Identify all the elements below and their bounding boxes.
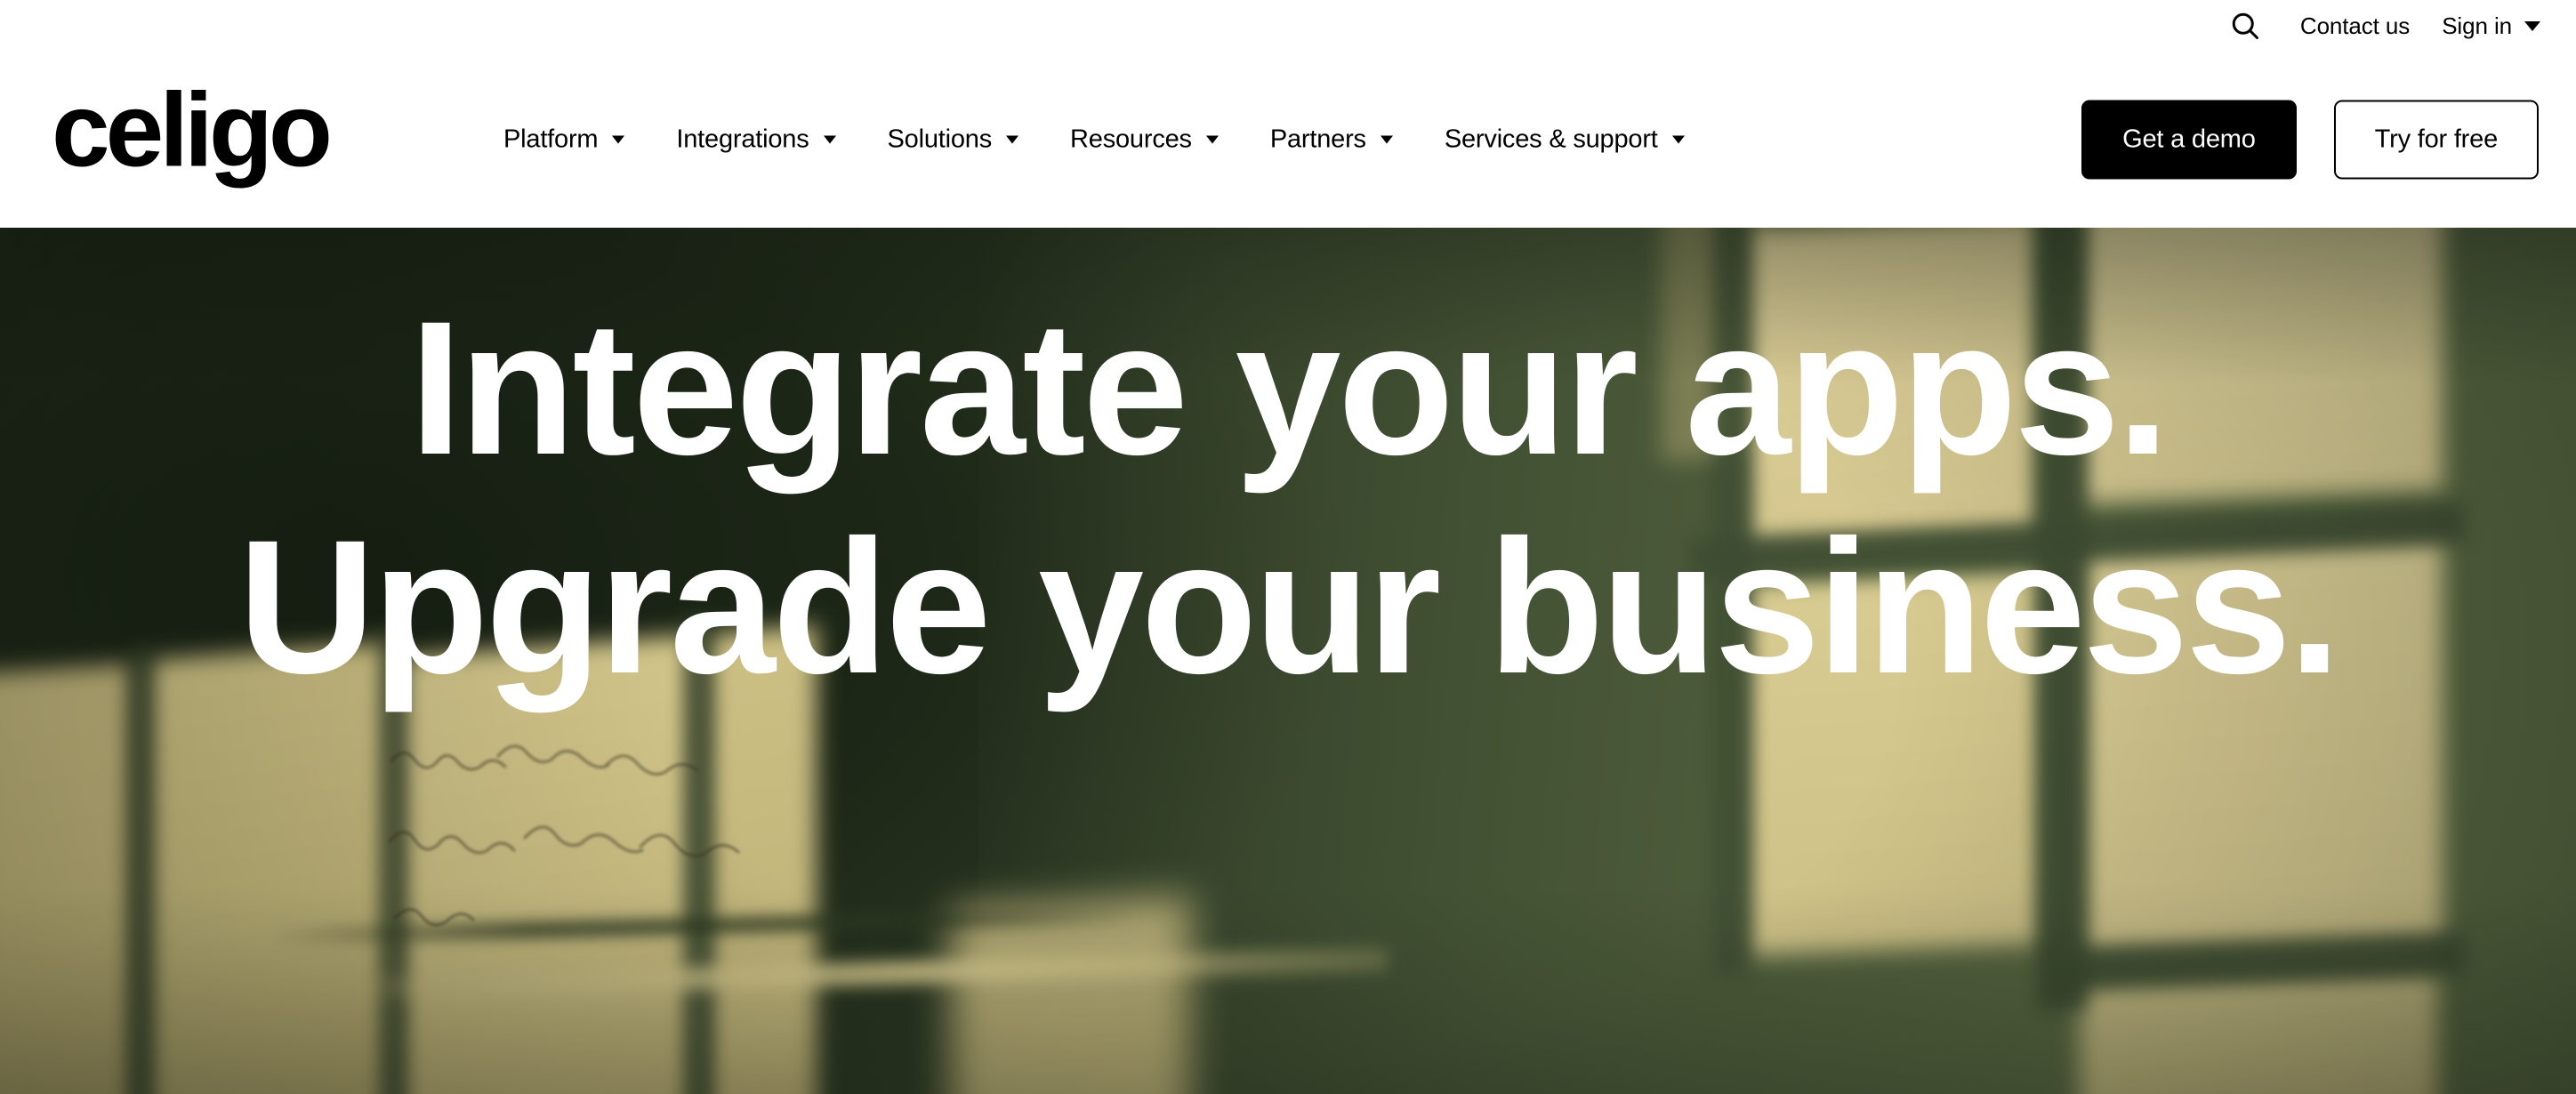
- nav-item-platform[interactable]: Platform: [503, 125, 625, 154]
- celigo-logo[interactable]: celigo: [52, 72, 365, 199]
- hero-content: Integrate your apps. Upgrade your busine…: [0, 228, 2576, 1094]
- chevron-down-icon: [1380, 135, 1393, 144]
- nav-label: Resources: [1070, 125, 1192, 154]
- nav-menu: Platform Integrations Solutions Resource…: [503, 125, 1685, 154]
- hero-headline-line-1: Integrate your apps.: [409, 282, 2169, 495]
- primary-nav-bar: celigo Platform Integrations Solutions R: [0, 52, 2576, 228]
- nav-label: Platform: [503, 125, 599, 154]
- nav-label: Services & support: [1444, 125, 1658, 154]
- hero-headline: Integrate your apps. Upgrade your busine…: [237, 282, 2341, 713]
- nav-label: Partners: [1269, 125, 1366, 154]
- chevron-down-icon: [612, 135, 625, 144]
- nav-item-resources[interactable]: Resources: [1070, 125, 1219, 154]
- contact-us-link[interactable]: Contact us: [2270, 14, 2410, 37]
- sign-in-label: Sign in: [2442, 12, 2512, 39]
- page-root: Contact us Sign in celigo Platform Integ…: [0, 0, 2576, 1094]
- search-icon: [2232, 12, 2258, 39]
- hero-section: Integrate your apps. Upgrade your busine…: [0, 228, 2576, 1094]
- celigo-wordmark-icon: celigo: [52, 72, 334, 189]
- site-header: Contact us Sign in celigo Platform Integ…: [0, 0, 2576, 228]
- nav-item-services-support[interactable]: Services & support: [1444, 125, 1685, 154]
- header-cta-group: Get a demo Try for free: [2081, 100, 2539, 180]
- nav-item-partners[interactable]: Partners: [1269, 125, 1393, 154]
- search-button[interactable]: [2220, 1, 2270, 51]
- get-a-demo-button[interactable]: Get a demo: [2081, 100, 2297, 180]
- nav-label: Solutions: [887, 125, 993, 154]
- hero-headline-line-2: Upgrade your business.: [237, 501, 2341, 713]
- svg-text:celigo: celigo: [52, 81, 329, 189]
- chevron-down-icon: [1205, 135, 1219, 144]
- nav-item-integrations[interactable]: Integrations: [676, 125, 836, 154]
- try-for-free-button[interactable]: Try for free: [2333, 100, 2539, 180]
- nav-item-solutions[interactable]: Solutions: [887, 125, 1019, 154]
- chevron-down-icon: [2524, 20, 2540, 31]
- chevron-down-icon: [1006, 135, 1019, 144]
- nav-label: Integrations: [676, 125, 809, 154]
- chevron-down-icon: [1671, 135, 1685, 144]
- sign-in-menu[interactable]: Sign in: [2410, 14, 2540, 37]
- utility-bar: Contact us Sign in: [2220, 0, 2540, 52]
- chevron-down-icon: [823, 135, 836, 144]
